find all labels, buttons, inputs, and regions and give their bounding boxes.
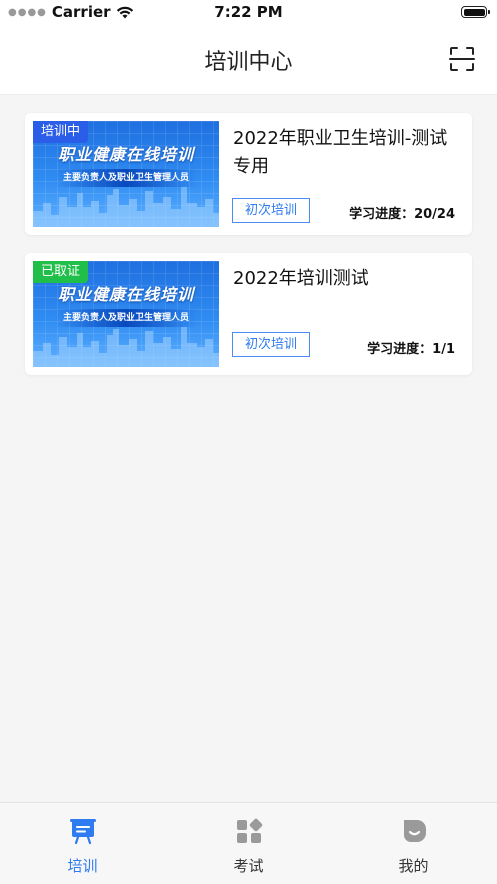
course-title: 2022年职业卫生培训-测试专用: [233, 128, 448, 177]
tab-bar: 培训 考试 我的: [0, 802, 497, 884]
scan-icon[interactable]: [449, 46, 475, 72]
tab-profile[interactable]: 我的: [331, 803, 496, 884]
tab-label: 我的: [398, 857, 429, 875]
tab-label: 考试: [233, 857, 264, 875]
page-title: 培训中心: [204, 50, 293, 75]
study-progress: 学习进度：20/24: [349, 207, 455, 222]
tab-exam[interactable]: 考试: [166, 803, 331, 884]
thumbnail-heading: 职业健康在线培训: [57, 285, 194, 304]
training-board-icon: [69, 819, 96, 845]
status-badge: 已取证: [33, 261, 89, 283]
course-thumbnail: 职业健康在线培训 主要负责人及职业卫生管理人员 培训中: [33, 121, 219, 227]
thumbnail-heading: 职业健康在线培训: [57, 145, 194, 164]
tab-label: 培训: [67, 857, 98, 875]
training-type-tag: 初次培训: [232, 332, 310, 357]
status-bar: ●●●● Carrier 7:22 PM: [0, 0, 497, 26]
course-card[interactable]: 职业健康在线培训 主要负责人及职业卫生管理人员 培训中 2022年职业卫生培训-…: [25, 113, 472, 235]
battery-icon: [461, 6, 490, 18]
course-title: 2022年培训测试: [233, 268, 369, 289]
training-type-tag: 初次培训: [232, 198, 310, 223]
thumbnail-subtitle: 主要负责人及职业卫生管理人员: [55, 169, 197, 187]
status-time: 7:22 PM: [214, 3, 283, 21]
course-card[interactable]: 职业健康在线培训 主要负责人及职业卫生管理人员 已取证 2022年培训测试 初次…: [25, 253, 472, 375]
profile-icon: [403, 820, 426, 842]
course-thumbnail: 职业健康在线培训 主要负责人及职业卫生管理人员 已取证: [33, 261, 219, 367]
study-progress: 学习进度：1/1: [367, 342, 455, 357]
tab-training[interactable]: 培训: [0, 803, 165, 884]
status-badge: 培训中: [33, 121, 89, 143]
nav-bar: 培训中心: [0, 26, 497, 95]
thumbnail-subtitle: 主要负责人及职业卫生管理人员: [55, 309, 197, 327]
exam-grid-icon: [236, 818, 262, 843]
